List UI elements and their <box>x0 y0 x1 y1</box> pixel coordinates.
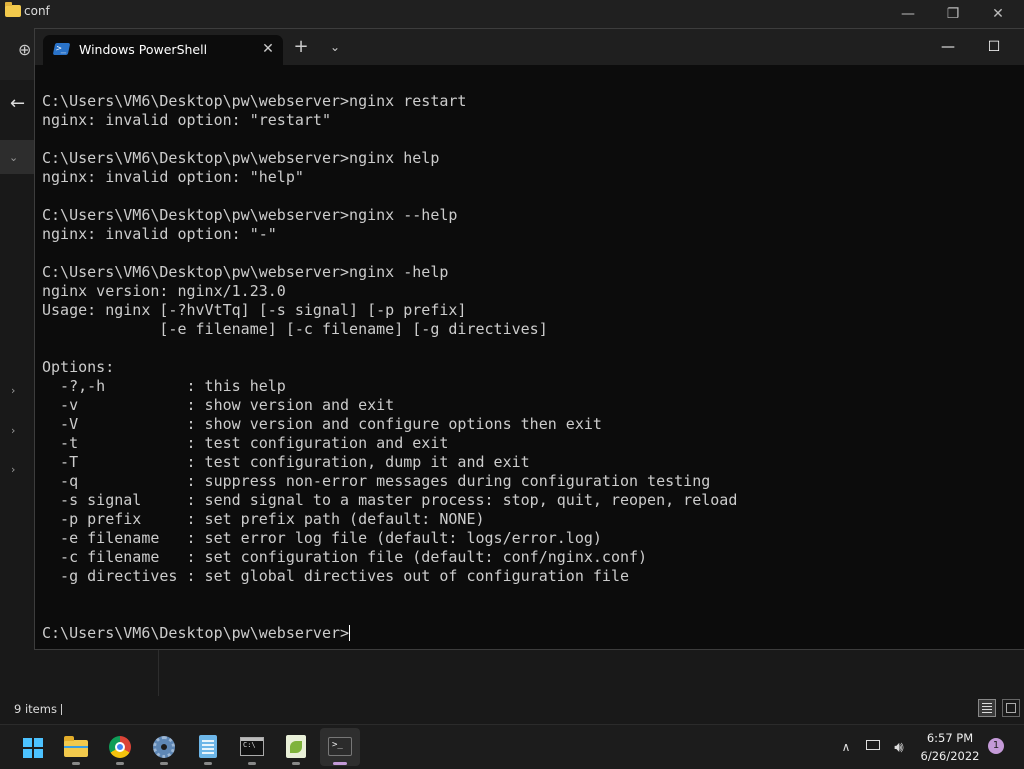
terminal-line: C:\Users\VM6\Desktop\pw\webserver>nginx … <box>42 92 467 110</box>
start-button[interactable] <box>12 728 52 766</box>
folder-icon <box>5 2 21 17</box>
terminal-icon: >_ <box>328 737 352 756</box>
terminal-line: [-e filename] [-c filename] [-g directiv… <box>42 320 548 338</box>
cmd-icon <box>240 737 264 756</box>
powershell-terminal-window: >_ Windows PowerShell ✕ + ⌄ — ☐ C:\Users… <box>34 28 1024 650</box>
new-tab-button[interactable]: + <box>289 35 313 59</box>
chevron-right-icon[interactable]: › <box>11 463 15 476</box>
taskbar-notepad[interactable] <box>188 728 228 766</box>
tiles-view-icon[interactable] <box>1002 699 1020 717</box>
details-view-icon[interactable] <box>978 699 996 717</box>
terminal-line: -?,-h : this help <box>42 377 286 395</box>
terminal-line: -s signal : send signal to a master proc… <box>42 491 738 509</box>
chevron-down-icon[interactable]: ⌄ <box>9 151 18 164</box>
terminal-line: nginx: invalid option: "restart" <box>42 111 331 129</box>
terminal-line: -e filename : set error log file (defaul… <box>42 529 602 547</box>
explorer-close-button[interactable]: ✕ <box>975 2 1021 26</box>
gear-icon <box>153 736 175 758</box>
clock-date: 6/26/2022 <box>920 749 980 763</box>
notepad-icon <box>199 735 217 758</box>
taskbar-settings[interactable] <box>144 728 184 766</box>
terminal-line: nginx: invalid option: "-" <box>42 225 277 243</box>
tab-dropdown-chevron-icon[interactable]: ⌄ <box>323 35 347 59</box>
terminal-line: -c filename : set configuration file (de… <box>42 548 648 566</box>
windows-logo-icon <box>23 738 43 758</box>
terminal-line: Options: <box>42 358 115 376</box>
network-icon[interactable] <box>863 725 885 769</box>
notification-badge[interactable]: 1 <box>988 738 1004 754</box>
chevron-right-icon[interactable]: › <box>11 424 15 437</box>
taskbar-command-prompt[interactable] <box>232 728 272 766</box>
terminal-line: C:\Users\VM6\Desktop\pw\webserver>nginx … <box>42 206 458 224</box>
folder-icon <box>64 736 88 757</box>
terminal-line: C:\Users\VM6\Desktop\pw\webserver>nginx … <box>42 149 440 167</box>
back-arrow-icon[interactable]: ← <box>10 93 25 114</box>
chrome-icon <box>109 736 131 758</box>
terminal-line: -p prefix : set prefix path (default: NO… <box>42 510 485 528</box>
terminal-line: nginx version: nginx/1.23.0 <box>42 282 286 300</box>
terminal-prompt: C:\Users\VM6\Desktop\pw\webserver> <box>42 624 350 642</box>
status-divider <box>61 704 62 715</box>
volume-icon[interactable]: 🔊︎ <box>888 725 910 769</box>
taskbar: >_ ∧ 🔊︎ 6:57 PM 6/26/2022 1 <box>0 724 1024 769</box>
explorer-restore-button[interactable]: ❐ <box>930 2 976 26</box>
notepad-plus-plus-icon <box>286 735 306 758</box>
terminal-maximize-button[interactable]: ☐ <box>971 33 1017 61</box>
clock-time: 6:57 PM <box>926 731 974 745</box>
taskbar-windows-terminal[interactable]: >_ <box>320 728 360 766</box>
taskbar-notepad-plus-plus[interactable] <box>276 728 316 766</box>
tab-close-icon[interactable]: ✕ <box>257 38 279 60</box>
terminal-output[interactable]: C:\Users\VM6\Desktop\pw\webserver> nginx … <box>35 65 1024 649</box>
powershell-icon: >_ <box>52 43 71 55</box>
terminal-titlebar: >_ Windows PowerShell ✕ + ⌄ — ☐ <box>35 29 1024 65</box>
nav-pane-divider <box>158 650 159 696</box>
terminal-line: -v : show version and exit <box>42 396 395 414</box>
explorer-minimize-button[interactable]: — <box>885 2 931 26</box>
status-item-count: 9 items <box>14 702 57 716</box>
terminal-line: -q : suppress non-error messages during … <box>42 472 711 490</box>
terminal-line: -T : test configuration, dump it and exi… <box>42 453 530 471</box>
text-cursor <box>349 625 351 641</box>
terminal-minimize-button[interactable]: — <box>925 33 971 61</box>
terminal-prompt-line[interactable]: C:\Users\VM6\Desktop\pw\webserver> <box>42 624 351 643</box>
taskbar-chrome[interactable] <box>100 728 140 766</box>
taskbar-file-explorer[interactable] <box>56 728 96 766</box>
explorer-new-tab-icon[interactable]: ⊕ <box>18 40 31 59</box>
tab-windows-powershell[interactable]: >_ Windows PowerShell ✕ <box>43 35 283 65</box>
tray-overflow-chevron-icon[interactable]: ∧ <box>836 725 856 769</box>
terminal-line: -t : test configuration and exit <box>42 434 449 452</box>
terminal-line: Usage: nginx [-?hvVtTq] [-s signal] [-p … <box>42 301 467 319</box>
chevron-right-icon[interactable]: › <box>11 384 15 397</box>
explorer-window-title: conf <box>24 4 50 18</box>
taskbar-clock[interactable]: 6:57 PM 6/26/2022 <box>917 729 983 765</box>
explorer-titlebar: conf — ❐ ✕ <box>0 0 1024 28</box>
terminal-line: -V : show version and configure options … <box>42 415 602 433</box>
tab-title: Windows PowerShell <box>79 42 208 57</box>
terminal-line: -g directives : set global directives ou… <box>42 567 629 585</box>
terminal-line: C:\Users\VM6\Desktop\pw\webserver>nginx … <box>42 263 449 281</box>
terminal-line: nginx: invalid option: "help" <box>42 168 304 186</box>
